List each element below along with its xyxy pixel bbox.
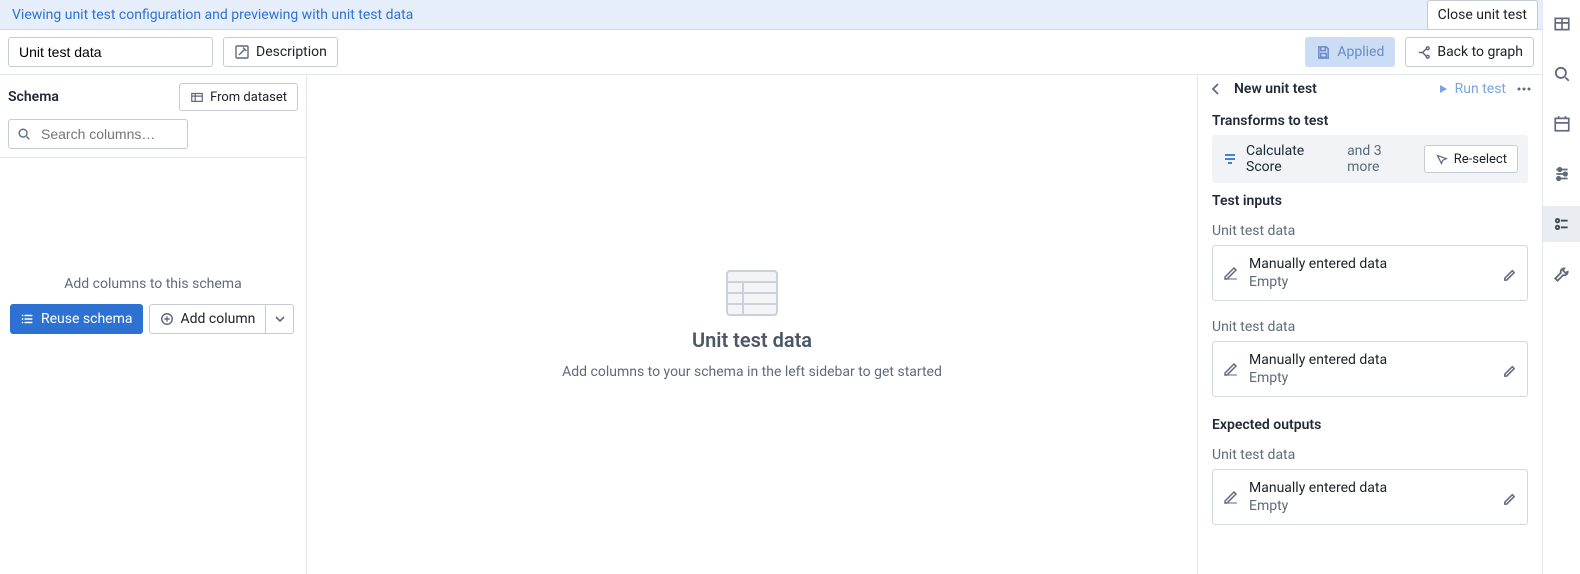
inputs-section-title: Test inputs bbox=[1198, 183, 1542, 215]
canvas-title: Unit test data bbox=[692, 328, 812, 352]
manual-data-icon bbox=[1223, 265, 1239, 281]
input-0-box[interactable]: Manually entered data Empty bbox=[1212, 245, 1528, 301]
workspace: Viewing unit test configuration and prev… bbox=[0, 0, 1542, 574]
strip-sliders-icon[interactable] bbox=[1543, 156, 1580, 192]
run-test-button[interactable]: Run test bbox=[1437, 81, 1506, 97]
canvas-empty-state: Unit test data Add columns to your schem… bbox=[307, 75, 1197, 574]
input-0-edit-button[interactable] bbox=[1502, 266, 1517, 281]
close-unit-test-label: Close unit test bbox=[1438, 7, 1527, 23]
plus-circle-icon bbox=[160, 312, 174, 326]
save-icon bbox=[1316, 45, 1331, 60]
input-0-kind: Manually entered data bbox=[1249, 256, 1492, 272]
test-panel: New unit test Run test Transforms to tes… bbox=[1197, 75, 1542, 574]
input-0-status: Empty bbox=[1249, 274, 1492, 290]
schema-search[interactable] bbox=[8, 119, 188, 149]
back-to-graph-button[interactable]: Back to graph bbox=[1405, 37, 1534, 67]
preview-banner: Viewing unit test configuration and prev… bbox=[0, 0, 1542, 30]
output-0-label: Unit test data bbox=[1198, 439, 1542, 467]
reuse-schema-button[interactable]: Reuse schema bbox=[10, 304, 143, 334]
body: Schema From dataset Add columns to th bbox=[0, 75, 1542, 574]
input-1-label: Unit test data bbox=[1198, 311, 1542, 339]
input-0-label: Unit test data bbox=[1198, 215, 1542, 243]
branch-icon bbox=[1416, 45, 1431, 60]
input-1-status: Empty bbox=[1249, 370, 1492, 386]
play-icon bbox=[1437, 83, 1449, 95]
list-icon bbox=[21, 312, 35, 326]
cursor-icon bbox=[1435, 153, 1448, 166]
schema-sidebar: Schema From dataset Add columns to th bbox=[0, 75, 307, 574]
canvas-subtitle: Add columns to your schema in the left s… bbox=[562, 364, 942, 380]
outputs-section-title: Expected outputs bbox=[1198, 407, 1542, 439]
strip-unit-test-icon[interactable] bbox=[1543, 206, 1580, 242]
banner-message: Viewing unit test configuration and prev… bbox=[0, 7, 425, 23]
run-test-label: Run test bbox=[1455, 81, 1506, 97]
test-panel-header: New unit test Run test bbox=[1198, 75, 1542, 103]
manual-data-icon bbox=[1223, 489, 1239, 505]
add-column-button[interactable]: Add column bbox=[149, 304, 266, 334]
table-empty-icon bbox=[726, 270, 778, 316]
add-column-dropdown[interactable] bbox=[266, 304, 294, 334]
strip-search-icon[interactable] bbox=[1543, 56, 1580, 92]
description-button[interactable]: Description bbox=[223, 37, 338, 67]
input-1-kind: Manually entered data bbox=[1249, 352, 1492, 368]
caret-down-icon bbox=[275, 314, 285, 324]
from-dataset-button[interactable]: From dataset bbox=[179, 83, 298, 111]
reselect-button[interactable]: Re-select bbox=[1424, 145, 1518, 173]
description-label: Description bbox=[256, 44, 327, 60]
right-icon-strip bbox=[1542, 0, 1580, 574]
unit-test-name-input[interactable] bbox=[8, 37, 213, 67]
transforms-more-count: and 3 more bbox=[1347, 143, 1416, 175]
test-panel-title: New unit test bbox=[1234, 81, 1427, 97]
schema-title: Schema bbox=[8, 89, 59, 105]
output-0-edit-button[interactable] bbox=[1502, 490, 1517, 505]
back-to-graph-label: Back to graph bbox=[1437, 44, 1523, 60]
transforms-section-title: Transforms to test bbox=[1198, 103, 1542, 135]
output-0-kind: Manually entered data bbox=[1249, 480, 1492, 496]
transforms-summary: Calculate Score and 3 more Re-select bbox=[1212, 135, 1528, 183]
input-1-box[interactable]: Manually entered data Empty bbox=[1212, 341, 1528, 397]
add-column-group: Add column bbox=[149, 304, 294, 334]
output-0-status: Empty bbox=[1249, 498, 1492, 514]
strip-calendar-icon[interactable] bbox=[1543, 106, 1580, 142]
schema-empty-message: Add columns to this schema bbox=[64, 276, 241, 292]
edit-icon bbox=[234, 44, 250, 60]
reuse-schema-label: Reuse schema bbox=[41, 311, 132, 327]
add-column-label: Add column bbox=[180, 311, 255, 327]
transforms-name: Calculate Score bbox=[1246, 143, 1341, 175]
schema-search-input[interactable] bbox=[39, 125, 224, 143]
from-dataset-label: From dataset bbox=[210, 90, 287, 105]
more-menu-button[interactable] bbox=[1516, 81, 1532, 97]
back-arrow-button[interactable] bbox=[1208, 81, 1224, 97]
schema-header: Schema From dataset bbox=[0, 75, 306, 119]
schema-actions: Reuse schema Add column bbox=[0, 292, 304, 346]
toolbar: Description Applied Back to graph bbox=[0, 30, 1542, 75]
strip-wrench-icon[interactable] bbox=[1543, 256, 1580, 292]
output-0-box[interactable]: Manually entered data Empty bbox=[1212, 469, 1528, 525]
close-unit-test-button[interactable]: Close unit test bbox=[1427, 0, 1538, 30]
transform-icon bbox=[1222, 151, 1238, 167]
applied-label: Applied bbox=[1337, 44, 1384, 60]
dataset-icon bbox=[190, 90, 204, 104]
reselect-label: Re-select bbox=[1454, 152, 1507, 167]
input-1-edit-button[interactable] bbox=[1502, 362, 1517, 377]
strip-data-icon[interactable] bbox=[1543, 6, 1580, 42]
search-icon bbox=[17, 127, 31, 141]
schema-body: Add columns to this schema Reuse schema bbox=[0, 158, 306, 574]
applied-button[interactable]: Applied bbox=[1305, 37, 1395, 67]
manual-data-icon bbox=[1223, 361, 1239, 377]
schema-search-row bbox=[0, 119, 306, 158]
